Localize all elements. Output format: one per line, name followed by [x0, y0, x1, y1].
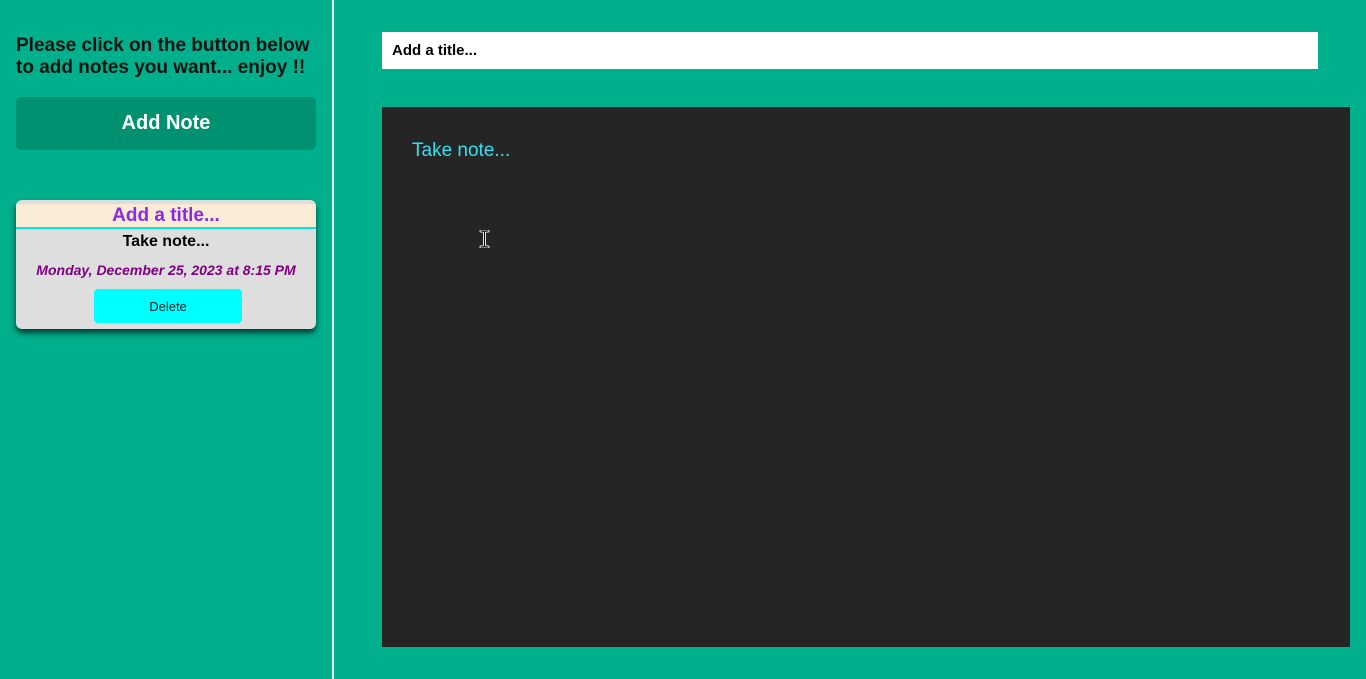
sidebar: Please click on the button below to add … [0, 0, 334, 679]
note-card: Add a title... Take note... Monday, Dece… [16, 200, 316, 329]
note-date: Monday, December 25, 2023 at 8:15 PM [36, 262, 296, 278]
notes-app: Please click on the button below to add … [0, 0, 1366, 679]
text-cursor-icon [479, 230, 490, 248]
note-body[interactable]: Take note... [16, 233, 316, 251]
note-title-input[interactable]: Add a title... [382, 32, 1318, 69]
editor-placeholder: Take note... [412, 140, 511, 161]
add-note-button[interactable]: Add Note [16, 97, 316, 150]
intro-text: Please click on the button below to add … [16, 35, 310, 78]
delete-note-button[interactable]: Delete [94, 289, 242, 323]
note-body-editor[interactable]: Take note... [382, 107, 1350, 647]
note-title[interactable]: Add a title... [16, 204, 316, 229]
